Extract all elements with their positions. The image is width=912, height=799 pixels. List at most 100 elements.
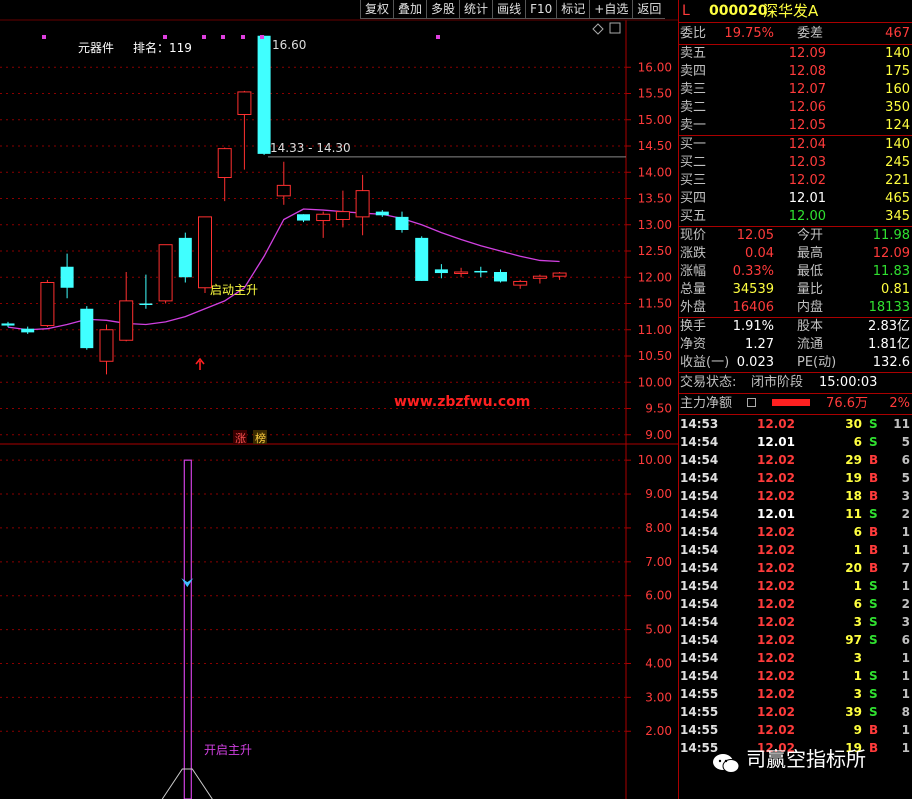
book-label: 买二 xyxy=(680,155,707,170)
tick-row[interactable]: 14:54 12.02 1 S 1 xyxy=(679,577,912,595)
tick-price: 12.02 xyxy=(757,705,795,719)
toolbar-item-8[interactable]: 返回 xyxy=(632,0,666,19)
candle-body xyxy=(532,275,547,279)
toolbar-item-0[interactable]: 复权 xyxy=(360,0,394,19)
stat-value: 0.04 xyxy=(745,246,774,261)
toolbar-item-2[interactable]: 多股 xyxy=(426,0,460,19)
book-price: 12.03 xyxy=(788,155,826,170)
toolbar-item-4[interactable]: 画线 xyxy=(492,0,526,19)
book-row[interactable]: 卖一 12.05 124 xyxy=(679,117,912,135)
tick-row[interactable]: 14:54 12.02 18 B 3 xyxy=(679,487,912,505)
toolbar-item-7[interactable]: +自选 xyxy=(589,0,633,19)
market-tag: L xyxy=(682,3,690,19)
book-row[interactable]: 买一 12.04 140 xyxy=(679,136,912,154)
tick-list[interactable]: 14:53 12.02 30 S 11 14:54 12.01 6 S 5 14:54 12.02 29… xyxy=(679,415,912,757)
tick-count: 11 xyxy=(893,417,910,431)
tick-row[interactable]: 14:54 12.02 97 S 6 xyxy=(679,631,912,649)
toolbar-item-6[interactable]: 标记 xyxy=(556,0,590,19)
signal-dot xyxy=(221,35,225,39)
tick-row[interactable]: 14:55 12.02 9 B 1 xyxy=(679,721,912,739)
book-row[interactable]: 卖四 12.08 175 xyxy=(679,63,912,81)
toolbar-item-3[interactable]: 统计 xyxy=(459,0,493,19)
candle-body xyxy=(139,303,153,305)
tick-side: S xyxy=(869,687,878,701)
tick-count: 1 xyxy=(901,579,910,593)
tick-row[interactable]: 14:54 12.01 11 S 2 xyxy=(679,505,912,523)
tick-side: S xyxy=(869,705,878,719)
candle-body xyxy=(552,272,567,277)
candle xyxy=(40,279,55,328)
tick-count: 5 xyxy=(901,435,910,449)
tick-row[interactable]: 14:54 12.02 20 B 7 xyxy=(679,559,912,577)
tick-row[interactable]: 14:55 12.02 3 S 1 xyxy=(679,685,912,703)
signal-dot xyxy=(202,35,206,39)
stat-label: 涨跌 xyxy=(680,246,707,261)
tick-side: S xyxy=(869,615,878,629)
book-label: 买四 xyxy=(680,191,707,206)
tick-side: B xyxy=(869,561,879,575)
tick-row[interactable]: 14:54 12.02 6 B 1 xyxy=(679,523,912,541)
tick-row[interactable]: 14:54 12.02 1 S 1 xyxy=(679,667,912,685)
signal-dot xyxy=(163,35,167,39)
list-icon[interactable] xyxy=(747,398,756,407)
toolbar-item-5[interactable]: F10 xyxy=(525,0,557,19)
book-row[interactable]: 买二 12.03 245 xyxy=(679,154,912,172)
tick-count: 8 xyxy=(901,705,910,719)
fund-label: 换手 xyxy=(680,319,707,334)
watermark-text: 司赢空指标所 xyxy=(746,747,866,771)
book-row[interactable]: 买五 12.00 345 xyxy=(679,208,912,226)
weicha-value: 467 xyxy=(885,26,910,41)
tick-time: 14:54 xyxy=(680,525,719,539)
stat-label: 最高 xyxy=(797,246,824,261)
high-label: 16.60 xyxy=(272,38,306,52)
quote-panel: L 000020 深华发A 委比 19.75% 委差 467 卖五 12.09 14… xyxy=(678,0,912,799)
book-row[interactable]: 买三 12.02 221 xyxy=(679,172,912,190)
tick-side: B xyxy=(869,525,879,539)
tick-price: 12.02 xyxy=(757,651,795,665)
tick-time: 14:54 xyxy=(680,669,719,683)
stat-row: 涨跌 0.04 最高 12.09 xyxy=(679,245,912,263)
book-row[interactable]: 卖五 12.09 140 xyxy=(679,45,912,63)
book-volume: 160 xyxy=(885,82,910,97)
candle xyxy=(297,214,310,223)
tick-row[interactable]: 14:54 12.01 6 S 5 xyxy=(679,433,912,451)
candle xyxy=(158,244,173,304)
candles xyxy=(1,35,567,375)
tick-volume: 30 xyxy=(845,417,862,431)
candle-body xyxy=(60,266,74,288)
tick-row[interactable]: 14:54 12.02 19 B 5 xyxy=(679,469,912,487)
tick-side: S xyxy=(869,507,878,521)
book-row[interactable]: 买四 12.01 465 xyxy=(679,190,912,208)
stock-terminal: 16.00 15.50 15.00 14.50 14.00 13.50 13.00 12.50… xyxy=(0,0,912,799)
candle xyxy=(434,264,448,279)
upper-tick-label: 12.50 xyxy=(638,244,672,258)
upper-tick-label: 10.00 xyxy=(638,375,672,389)
tick-row[interactable]: 14:54 12.02 29 B 6 xyxy=(679,451,912,469)
book-row[interactable]: 卖三 12.07 160 xyxy=(679,81,912,99)
toolbar-item-1[interactable]: 叠加 xyxy=(393,0,427,19)
tick-row[interactable]: 14:54 12.02 1 B 1 xyxy=(679,541,912,559)
main-flow-label: 主力净额 xyxy=(680,396,733,411)
lower-tick-label: 3.00 xyxy=(645,690,672,704)
stat-label: 今开 xyxy=(797,228,824,243)
book-row[interactable]: 卖二 12.06 350 xyxy=(679,99,912,117)
tick-time: 14:54 xyxy=(680,579,719,593)
kline-chart[interactable]: 16.00 15.50 15.00 14.50 14.00 13.50 13.00 12.50… xyxy=(0,0,678,799)
stat-label: 现价 xyxy=(680,228,707,243)
upper-tick-label: 15.50 xyxy=(638,87,672,101)
tick-price: 12.02 xyxy=(757,633,795,647)
candle xyxy=(139,274,153,309)
candle-body xyxy=(375,211,389,216)
tick-time: 14:54 xyxy=(680,453,719,467)
tick-row[interactable]: 14:53 12.02 30 S 11 xyxy=(679,415,912,433)
tick-row[interactable]: 14:54 12.02 6 S 2 xyxy=(679,595,912,613)
fund-value: 132.6 xyxy=(872,355,910,370)
tick-row[interactable]: 14:55 12.02 39 S 8 xyxy=(679,703,912,721)
main-flow[interactable]: 主力净额 76.6万 2% xyxy=(679,394,912,415)
tick-row[interactable]: 14:54 12.02 3 S 3 xyxy=(679,613,912,631)
upper-tick-label: 13.00 xyxy=(638,218,672,232)
tick-volume: 3 xyxy=(853,651,862,665)
book-price: 12.01 xyxy=(788,191,826,206)
candle-body xyxy=(335,211,350,220)
tick-row[interactable]: 14:54 12.02 3 1 xyxy=(679,649,912,667)
